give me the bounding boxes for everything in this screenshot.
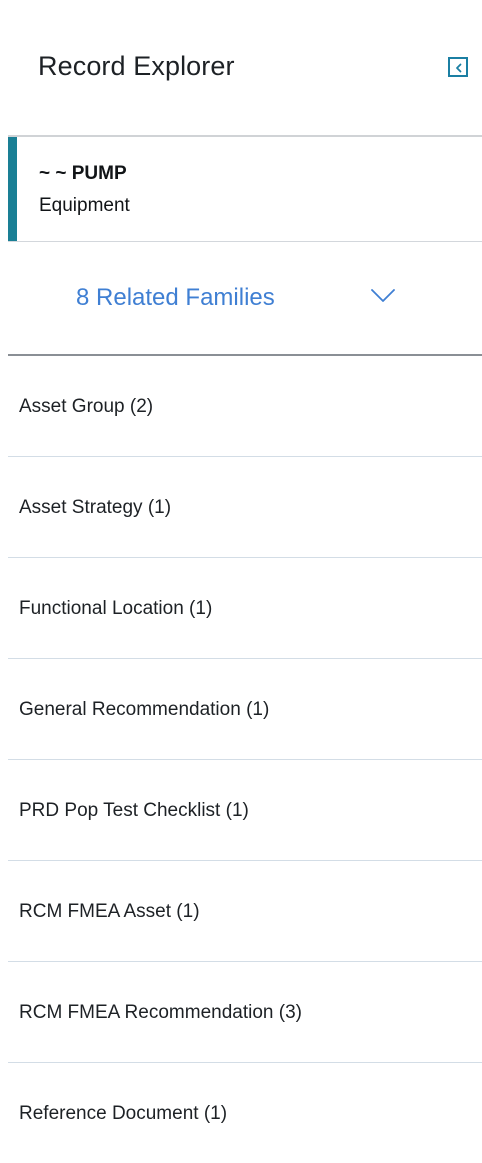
- chevron-left-icon: [456, 63, 462, 73]
- family-item-asset-strategy[interactable]: Asset Strategy (1): [8, 457, 482, 558]
- family-item-label: General Recommendation (1): [19, 699, 270, 720]
- family-item-label: Reference Document (1): [19, 1103, 228, 1124]
- record-name: ~ ~ PUMP: [39, 163, 127, 184]
- related-families-toggle[interactable]: 8 Related Families: [8, 242, 482, 354]
- family-item-label: RCM FMEA Recommendation (3): [19, 1002, 302, 1023]
- panel-header: Record Explorer: [0, 0, 482, 136]
- family-item-rcm-fmea-recommendation[interactable]: RCM FMEA Recommendation (3): [8, 962, 482, 1063]
- family-item-label: PRD Pop Test Checklist (1): [19, 800, 249, 821]
- panel-title: Record Explorer: [38, 51, 235, 81]
- family-item-label: Functional Location (1): [19, 598, 213, 619]
- current-record-card[interactable]: ~ ~ PUMP Equipment: [8, 137, 482, 241]
- selected-accent-bar: [8, 137, 17, 241]
- chevron-down-icon: [371, 289, 395, 302]
- family-item-label: RCM FMEA Asset (1): [19, 901, 200, 922]
- family-item-label: Asset Group (2): [19, 396, 154, 417]
- record-explorer-panel: Record Explorer ~ ~ PUMP Equipment 8 Rel…: [0, 0, 482, 1154]
- family-item-reference-document[interactable]: Reference Document (1): [8, 1063, 482, 1163]
- family-item-functional-location[interactable]: Functional Location (1): [8, 558, 482, 659]
- related-families-list: Asset Group (2) Asset Strategy (1) Funct…: [8, 356, 482, 1163]
- record-family-type: Equipment: [39, 195, 130, 216]
- family-item-asset-group[interactable]: Asset Group (2): [8, 356, 482, 457]
- family-item-prd-pop-test-checklist[interactable]: PRD Pop Test Checklist (1): [8, 760, 482, 861]
- collapse-panel-button[interactable]: [448, 57, 468, 77]
- family-item-general-recommendation[interactable]: General Recommendation (1): [8, 659, 482, 760]
- family-item-label: Asset Strategy (1): [19, 497, 172, 518]
- related-families-label: 8 Related Families: [76, 284, 275, 311]
- family-item-rcm-fmea-asset[interactable]: RCM FMEA Asset (1): [8, 861, 482, 962]
